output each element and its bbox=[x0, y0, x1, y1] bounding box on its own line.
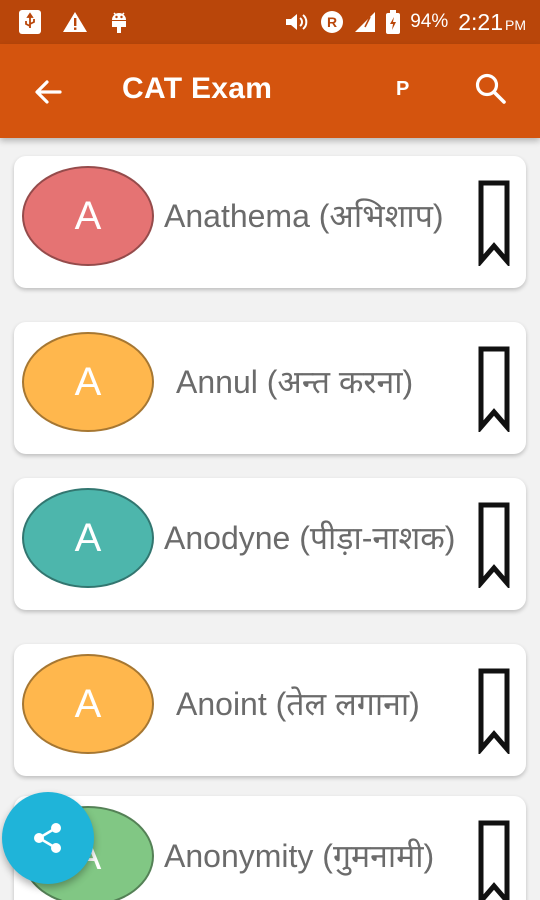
usb-icon bbox=[18, 9, 42, 35]
back-button[interactable] bbox=[28, 72, 68, 112]
avatar-letter: A bbox=[74, 515, 102, 560]
p-button[interactable]: P bbox=[396, 78, 409, 101]
battery-icon bbox=[386, 10, 401, 34]
bookmark-icon bbox=[478, 820, 510, 900]
app-bar: CAT Exam P bbox=[0, 44, 540, 138]
bookmark-icon bbox=[478, 346, 510, 434]
bookmark-icon bbox=[478, 502, 510, 590]
word-text: Annul (अन्त करना) bbox=[176, 364, 414, 400]
bookmark-button[interactable] bbox=[478, 668, 510, 756]
page-title: CAT Exam bbox=[122, 72, 273, 105]
avatar-letter: A bbox=[74, 681, 102, 726]
list-item[interactable]: A Annul (अन्त करना) bbox=[14, 322, 526, 454]
list-item[interactable]: A Anathema (अभिशाप) bbox=[14, 156, 526, 288]
avatar-letter: A bbox=[74, 359, 102, 404]
word-text: Anathema (अभिशाप) bbox=[164, 198, 444, 234]
letter-avatar: A bbox=[22, 166, 154, 266]
clock: 2:21 PM bbox=[458, 9, 526, 36]
roaming-icon: R bbox=[320, 10, 344, 34]
share-icon bbox=[34, 823, 61, 853]
status-bar: R 94% 2:21 PM bbox=[0, 0, 540, 44]
share-button[interactable] bbox=[2, 792, 94, 884]
word-text: Anodyne (पीड़ा-नाशक) bbox=[164, 520, 456, 556]
battery-percent: 94% bbox=[410, 11, 449, 32]
bookmark-button[interactable] bbox=[478, 820, 510, 900]
volume-icon bbox=[284, 11, 310, 33]
word-text: Anoint (तेल लगाना) bbox=[176, 686, 420, 722]
bookmark-icon bbox=[478, 668, 510, 756]
bookmark-button[interactable] bbox=[478, 502, 510, 590]
letter-avatar: A bbox=[22, 332, 154, 432]
avatar-letter: A bbox=[74, 193, 102, 238]
bookmark-icon bbox=[478, 180, 510, 268]
list-item[interactable]: A Anoint (तेल लगाना) bbox=[14, 644, 526, 776]
warning-icon bbox=[62, 11, 88, 33]
clock-time: 2:21 bbox=[458, 8, 503, 35]
search-icon bbox=[475, 73, 506, 104]
clock-ampm: PM bbox=[505, 16, 526, 33]
letter-avatar: A bbox=[22, 488, 154, 588]
bookmark-button[interactable] bbox=[478, 180, 510, 268]
word-list: A Anathema (अभिशाप) A Annul (अन्त करना) … bbox=[0, 138, 540, 900]
list-item[interactable]: A Anodyne (पीड़ा-नाशक) bbox=[14, 478, 526, 610]
svg-text:R: R bbox=[327, 14, 337, 30]
android-debug-icon bbox=[108, 10, 130, 34]
bookmark-button[interactable] bbox=[478, 346, 510, 434]
search-button[interactable] bbox=[474, 72, 512, 110]
letter-avatar: A bbox=[22, 654, 154, 754]
arrow-back-icon bbox=[35, 80, 62, 104]
signal-icon bbox=[354, 11, 376, 33]
word-text: Anonymity (गुमनामी) bbox=[164, 838, 435, 874]
